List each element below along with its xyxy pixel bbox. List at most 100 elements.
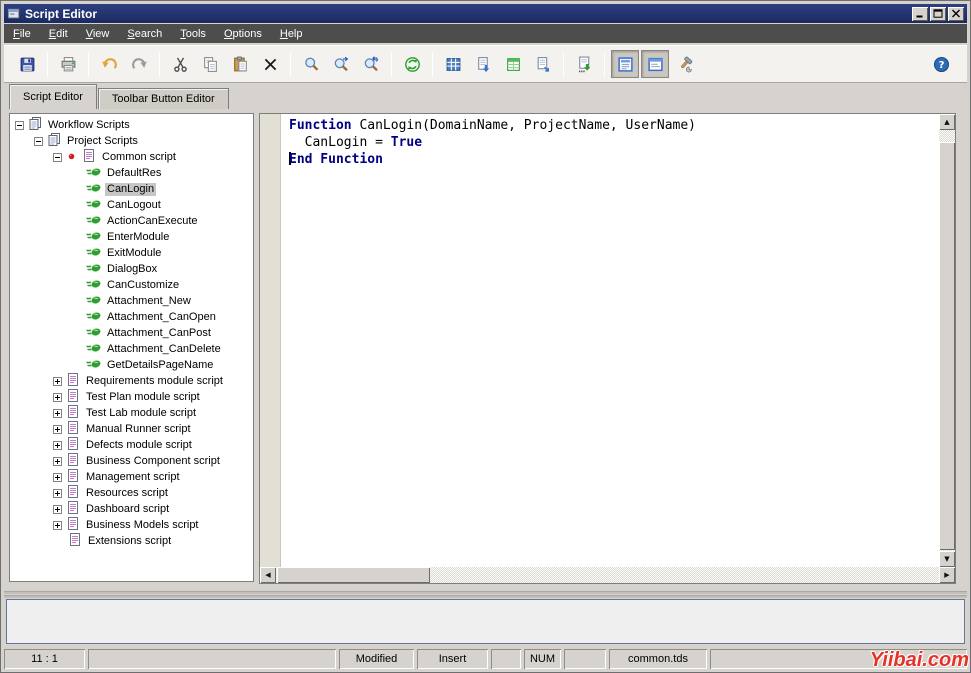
- expand-toggle-minus[interactable]: [53, 153, 62, 162]
- syntax-check-button[interactable]: [570, 50, 598, 78]
- tree-item[interactable]: Attachment_New: [10, 293, 253, 309]
- save-button[interactable]: [13, 50, 41, 78]
- menu-item-help[interactable]: Help: [271, 26, 312, 42]
- tree-item[interactable]: Test Plan module script: [10, 389, 253, 405]
- tree-item-label[interactable]: CanLogin: [105, 183, 156, 196]
- expand-toggle-plus[interactable]: [53, 441, 62, 450]
- menu-item-tools[interactable]: Tools: [171, 26, 215, 42]
- tab-toolbar-button-editor[interactable]: Toolbar Button Editor: [98, 88, 229, 109]
- tree-item-label[interactable]: Attachment_CanPost: [105, 327, 213, 340]
- delete-button[interactable]: [256, 50, 284, 78]
- expand-toggle-minus[interactable]: [34, 137, 43, 146]
- field-grid-button[interactable]: [439, 50, 467, 78]
- menu-item-search[interactable]: Search: [118, 26, 171, 42]
- tree-item-label[interactable]: Business Models script: [84, 519, 201, 532]
- expand-toggle-plus[interactable]: [53, 505, 62, 514]
- tree-item-label[interactable]: EnterModule: [105, 231, 171, 244]
- expand-toggle-plus[interactable]: [53, 425, 62, 434]
- maximize-button[interactable]: [930, 7, 946, 21]
- toggle-editor-panel-button[interactable]: [641, 50, 669, 78]
- tree-item[interactable]: Test Lab module script: [10, 405, 253, 421]
- tree-item[interactable]: GetDetailsPageName: [10, 357, 253, 373]
- tree-item[interactable]: Attachment_CanPost: [10, 325, 253, 341]
- tree-item[interactable]: Common script: [10, 149, 253, 165]
- tree-item-label[interactable]: Test Plan module script: [84, 391, 202, 404]
- tree-item[interactable]: DefaultRes: [10, 165, 253, 181]
- tree-item[interactable]: CanCustomize: [10, 277, 253, 293]
- vertical-scrollbar[interactable]: ▲ ▼: [939, 114, 955, 567]
- scroll-down-button[interactable]: ▼: [939, 551, 955, 567]
- tree-item-label[interactable]: Dashboard script: [84, 503, 171, 516]
- toggle-tree-panel-button[interactable]: [611, 50, 639, 78]
- expand-toggle-plus[interactable]: [53, 489, 62, 498]
- tree-item[interactable]: Attachment_CanOpen: [10, 309, 253, 325]
- workflow-scripts-tree[interactable]: Workflow Scripts Project ScriptsCommon sc…: [9, 113, 254, 582]
- tree-item-label[interactable]: Defects module script: [84, 439, 194, 452]
- tree-item[interactable]: ActionCanExecute: [10, 213, 253, 229]
- print-button[interactable]: [54, 50, 82, 78]
- tab-script-editor[interactable]: Script Editor: [9, 84, 97, 109]
- tree-item-label[interactable]: DefaultRes: [105, 167, 163, 180]
- tree-item-label[interactable]: Business Component script: [84, 455, 222, 468]
- tree-item-label[interactable]: ActionCanExecute: [105, 215, 200, 228]
- minimize-button[interactable]: [912, 7, 928, 21]
- tree-item-label[interactable]: Extensions script: [86, 535, 173, 548]
- horizontal-scroll-thumb[interactable]: [277, 567, 430, 583]
- tree-item-label[interactable]: Resources script: [84, 487, 170, 500]
- expand-toggle-plus[interactable]: [53, 393, 62, 402]
- horizontal-scrollbar[interactable]: ◀ ▶: [260, 567, 955, 583]
- tree-item-label[interactable]: Manual Runner script: [84, 423, 193, 436]
- scroll-right-button[interactable]: ▶: [939, 567, 955, 583]
- export-page-button[interactable]: [469, 50, 497, 78]
- tree-item[interactable]: CanLogout: [10, 197, 253, 213]
- expand-toggle-plus[interactable]: [53, 473, 62, 482]
- vertical-scroll-thumb[interactable]: [939, 142, 955, 550]
- cut-button[interactable]: [166, 50, 194, 78]
- tree-item-label[interactable]: DialogBox: [105, 263, 159, 276]
- tree-item[interactable]: EnterModule: [10, 229, 253, 245]
- tree-item[interactable]: Project Scripts: [10, 133, 253, 149]
- find-replace-button[interactable]: [357, 50, 385, 78]
- expand-toggle-minus[interactable]: [15, 121, 24, 130]
- copy-button[interactable]: [196, 50, 224, 78]
- tree-item-label[interactable]: Workflow Scripts: [46, 119, 132, 132]
- horizontal-splitter[interactable]: [4, 591, 967, 598]
- tree-item-label[interactable]: Requirements module script: [84, 375, 225, 388]
- tree-item[interactable]: Business Component script: [10, 453, 253, 469]
- undo-button[interactable]: [95, 50, 123, 78]
- customize-button[interactable]: [671, 50, 699, 78]
- tree-item-label[interactable]: Management script: [84, 471, 182, 484]
- tree-item[interactable]: Defects module script: [10, 437, 253, 453]
- close-button[interactable]: [948, 7, 964, 21]
- expand-toggle-plus[interactable]: [53, 521, 62, 530]
- scroll-left-button[interactable]: ◀: [260, 567, 276, 583]
- expand-toggle-plus[interactable]: [53, 409, 62, 418]
- tree-item[interactable]: ExitModule: [10, 245, 253, 261]
- tree-item-label[interactable]: Test Lab module script: [84, 407, 198, 420]
- tree-item-label[interactable]: CanLogout: [105, 199, 163, 212]
- sync-button[interactable]: [398, 50, 426, 78]
- copy-page-button[interactable]: [529, 50, 557, 78]
- tree-item[interactable]: Extensions script: [10, 533, 253, 549]
- tree-item-label[interactable]: CanCustomize: [105, 279, 181, 292]
- menu-item-options[interactable]: Options: [215, 26, 271, 42]
- tree-item[interactable]: Manual Runner script: [10, 421, 253, 437]
- expand-toggle-plus[interactable]: [53, 377, 62, 386]
- expand-toggle-plus[interactable]: [53, 457, 62, 466]
- tree-item-label[interactable]: GetDetailsPageName: [105, 359, 215, 372]
- tree-item-label[interactable]: Attachment_CanDelete: [105, 343, 223, 356]
- find-next-button[interactable]: [327, 50, 355, 78]
- tree-item[interactable]: DialogBox: [10, 261, 253, 277]
- tree-item[interactable]: Business Models script: [10, 517, 253, 533]
- tree-item[interactable]: CanLogin: [10, 181, 253, 197]
- tree-item-label[interactable]: Attachment_New: [105, 295, 193, 308]
- tree-item[interactable]: Dashboard script: [10, 501, 253, 517]
- scroll-up-button[interactable]: ▲: [939, 114, 955, 130]
- tree-item-label[interactable]: Project Scripts: [65, 135, 140, 148]
- menu-item-edit[interactable]: Edit: [40, 26, 77, 42]
- redo-button[interactable]: [125, 50, 153, 78]
- help-button[interactable]: ?: [927, 50, 955, 78]
- find-button[interactable]: [297, 50, 325, 78]
- menu-item-view[interactable]: View: [77, 26, 119, 42]
- menu-item-file[interactable]: File: [4, 26, 40, 42]
